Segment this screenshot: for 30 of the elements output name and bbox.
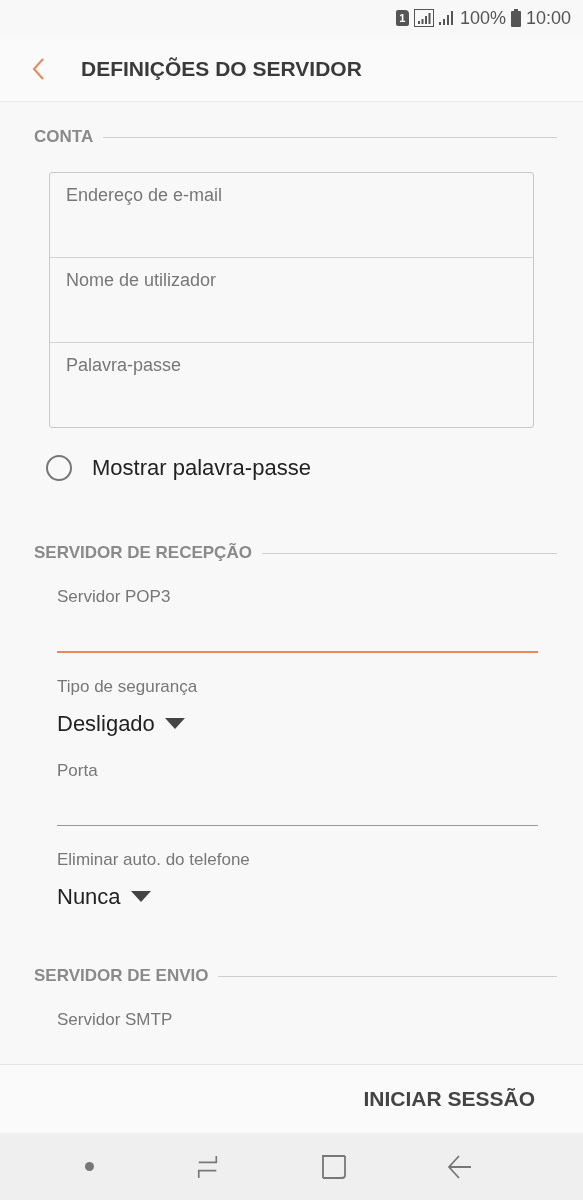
field-label: Servidor POP3 xyxy=(57,587,171,607)
clock: 10:00 xyxy=(525,7,571,29)
battery-icon xyxy=(510,9,521,27)
recents-icon[interactable] xyxy=(196,1154,220,1179)
dropdown[interactable]: Nunca xyxy=(57,884,151,910)
back-icon[interactable] xyxy=(32,57,44,80)
battery-percent: 100% xyxy=(459,7,506,29)
signal-icon xyxy=(438,11,455,25)
section-heading: CONTA xyxy=(34,127,94,147)
radio-label: Mostrar palavra-passe xyxy=(92,455,311,481)
dropdown[interactable]: Desligado xyxy=(57,711,185,737)
page-title: DEFINIÇÕES DO SERVIDOR xyxy=(81,56,362,81)
home-icon[interactable] xyxy=(322,1154,346,1179)
signal-icon xyxy=(413,9,434,27)
section-heading: SERVIDOR DE RECEPÇÃO xyxy=(34,543,252,563)
input-field[interactable]: Palavra-passe xyxy=(50,343,533,388)
field-label: Servidor SMTP xyxy=(57,1010,173,1030)
sign-in-button[interactable]: INICIAR SESSÃO xyxy=(363,1081,535,1117)
radio-button[interactable] xyxy=(46,455,72,481)
field-label: Tipo de segurança xyxy=(57,677,198,697)
back-icon[interactable] xyxy=(448,1154,472,1179)
section-heading: SERVIDOR DE ENVIO xyxy=(34,966,209,986)
field-label: Porta xyxy=(57,761,98,781)
caret-icon xyxy=(130,891,151,903)
input-field[interactable]: Endereço de e-mail xyxy=(50,173,533,218)
caret-icon xyxy=(164,718,185,730)
field-label: Eliminar auto. do telefone xyxy=(57,850,250,870)
sim-icon: 1 xyxy=(395,10,409,26)
input-field[interactable]: Nome de utilizador xyxy=(50,258,533,303)
dot-icon xyxy=(85,1162,94,1171)
